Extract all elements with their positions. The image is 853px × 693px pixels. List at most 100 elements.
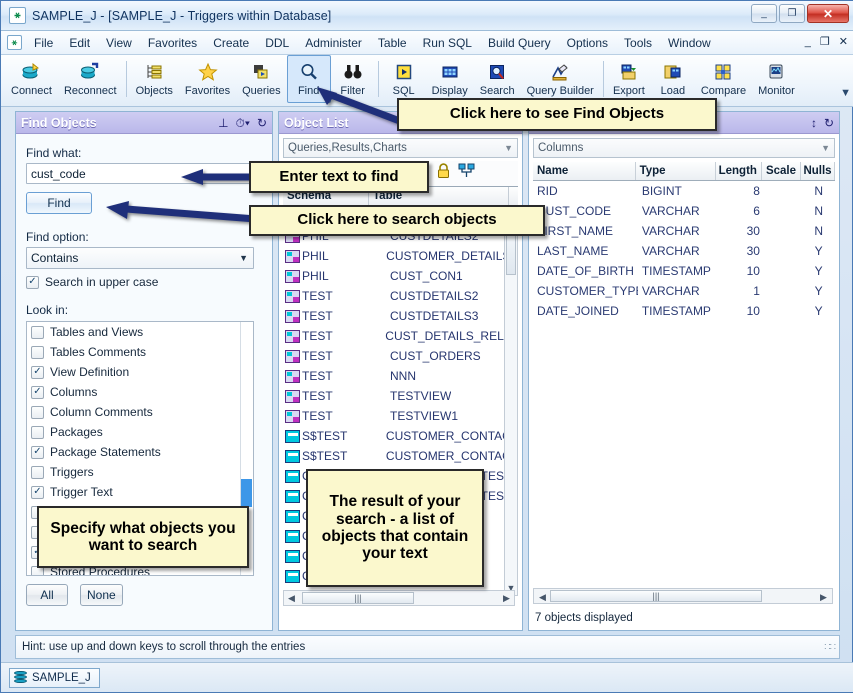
scroll-right-icon[interactable]: ▶: [499, 591, 514, 605]
columns-row[interactable]: LAST_NAME VARCHAR 30 Y: [533, 241, 835, 261]
look-in-item[interactable]: Column Comments: [27, 402, 253, 422]
object-list-row[interactable]: PHIL CUSTOMER_DETAILS: [283, 246, 505, 266]
columns-grid-rows[interactable]: RID BIGINT 8 N CUST_CODE VARCHAR 6 N FIRST_NAME V…: [533, 181, 835, 321]
toolbar-button-load[interactable]: Load: [651, 55, 695, 103]
menu-item-favorites[interactable]: Favorites: [140, 34, 205, 52]
columns-combo[interactable]: Columns ▼: [533, 138, 835, 158]
toolbar-overflow-icon[interactable]: ▼: [840, 87, 851, 99]
object-list-row[interactable]: TEST CUSTDETAILS2: [283, 286, 505, 306]
look-in-item[interactable]: Columns: [27, 382, 253, 402]
menu-item-window[interactable]: Window: [660, 34, 719, 52]
look-in-scroll-thumb[interactable]: [241, 479, 252, 507]
toolbar-button-query-builder[interactable]: Query Builder: [521, 55, 600, 103]
search-upper-case-checkbox[interactable]: [26, 275, 39, 289]
menu-item-view[interactable]: View: [98, 34, 140, 52]
look-in-checkbox[interactable]: [31, 325, 44, 339]
look-in-checkbox[interactable]: [31, 385, 44, 399]
object-list-vscrollbar[interactable]: ▲ ▼: [504, 206, 518, 596]
select-all-button[interactable]: All: [26, 584, 68, 606]
object-list-combo[interactable]: Queries,Results,Charts ▼: [283, 138, 518, 158]
object-list-row[interactable]: TEST TESTVIEW1: [283, 406, 505, 426]
look-in-checkbox[interactable]: [31, 465, 44, 479]
object-list-hscroll-thumb[interactable]: |||: [302, 592, 414, 604]
column-header-name[interactable]: Name: [533, 162, 636, 180]
history-clock-icon[interactable]: ⏱▾: [236, 117, 250, 129]
toolbar-button-compare[interactable]: Compare: [695, 55, 752, 103]
look-in-checkbox[interactable]: [31, 345, 44, 359]
minimize-button[interactable]: _: [751, 4, 777, 23]
column-header-nulls[interactable]: Nulls: [801, 162, 835, 180]
menu-item-edit[interactable]: Edit: [61, 34, 98, 52]
refresh-icon[interactable]: ↻: [257, 117, 267, 129]
toolbar-button-monitor[interactable]: Monitor: [752, 55, 801, 103]
taskbar-item-sample-j[interactable]: SAMPLE_J: [9, 667, 100, 688]
select-none-button[interactable]: None: [80, 584, 123, 606]
text-cursor-icon[interactable]: ⊥: [218, 117, 228, 129]
menu-item-ddl[interactable]: DDL: [257, 34, 297, 52]
look-in-checkbox[interactable]: [31, 445, 44, 459]
object-list-row[interactable]: TEST CUSTDETAILS3: [283, 306, 505, 326]
look-in-checkbox[interactable]: [31, 405, 44, 419]
refresh-icon[interactable]: ↻: [824, 117, 834, 129]
search-upper-case-row[interactable]: Search in upper case: [26, 275, 262, 289]
menu-item-administer[interactable]: Administer: [297, 34, 370, 52]
menu-item-run-sql[interactable]: Run SQL: [415, 34, 480, 52]
columns-hscroll-thumb[interactable]: |||: [550, 590, 762, 602]
look-in-item[interactable]: View Definition: [27, 362, 253, 382]
find-button[interactable]: Find: [26, 192, 92, 214]
object-list-row[interactable]: S$TEST CUSTOMER_CONTAC: [283, 426, 505, 446]
columns-row[interactable]: CUST_CODE VARCHAR 6 N: [533, 201, 835, 221]
resize-grip-icon[interactable]: ∷∷: [824, 642, 836, 653]
object-list-row[interactable]: TEST CUST_ORDERS: [283, 346, 505, 366]
menu-item-build-query[interactable]: Build Query: [480, 34, 559, 52]
toolbar-button-search[interactable]: Search: [474, 55, 521, 103]
columns-row[interactable]: CUSTOMER_TYPE VARCHAR 1 Y: [533, 281, 835, 301]
look-in-item[interactable]: Tables and Views: [27, 322, 253, 342]
columns-row[interactable]: RID BIGINT 8 N: [533, 181, 835, 201]
close-button[interactable]: ✕: [807, 4, 849, 23]
object-list-row[interactable]: TEST NNN: [283, 366, 505, 386]
column-header-type[interactable]: Type: [636, 162, 716, 180]
toolbar-button-display[interactable]: Display: [426, 55, 474, 103]
menu-item-file[interactable]: File: [26, 34, 61, 52]
mdi-minimize-button[interactable]: _: [805, 36, 811, 48]
lock-icon[interactable]: [436, 163, 451, 184]
menu-item-tools[interactable]: Tools: [616, 34, 660, 52]
columns-hscrollbar[interactable]: ◀ ||| ▶: [533, 588, 833, 604]
toolbar-button-export[interactable]: Export: [607, 55, 651, 103]
toolbar-button-favorites[interactable]: Favorites: [179, 55, 236, 103]
column-header-length[interactable]: Length: [716, 162, 762, 180]
look-in-item[interactable]: Tables Comments: [27, 342, 253, 362]
scroll-left-icon[interactable]: ◀: [284, 591, 299, 605]
columns-row[interactable]: FIRST_NAME VARCHAR 30 N: [533, 221, 835, 241]
look-in-item[interactable]: Triggers: [27, 462, 253, 482]
look-in-checkbox[interactable]: [31, 425, 44, 439]
look-in-checkbox[interactable]: [31, 485, 44, 499]
sort-updown-icon[interactable]: ↕: [811, 117, 817, 129]
toolbar-button-queries[interactable]: Queries: [236, 55, 287, 103]
relations-icon[interactable]: [458, 163, 476, 184]
mdi-close-button[interactable]: ✕: [839, 35, 848, 48]
columns-row[interactable]: DATE_JOINED TIMESTAMP 10 Y: [533, 301, 835, 321]
look-in-item[interactable]: Package Statements: [27, 442, 253, 462]
object-list-row[interactable]: S$TEST CUSTOMER_CONTAC: [283, 446, 505, 466]
scroll-left-icon[interactable]: ◀: [535, 590, 550, 604]
maximize-button[interactable]: ❐: [779, 4, 805, 23]
toolbar-button-reconnect[interactable]: Reconnect: [58, 55, 123, 103]
object-list-row[interactable]: PHIL CUST_CON1: [283, 266, 505, 286]
look-in-checkbox[interactable]: [31, 365, 44, 379]
toolbar-button-objects[interactable]: Objects: [130, 55, 179, 103]
menu-item-table[interactable]: Table: [370, 34, 415, 52]
look-in-item[interactable]: Trigger Text: [27, 482, 253, 502]
columns-row[interactable]: DATE_OF_BIRTH TIMESTAMP 10 Y: [533, 261, 835, 281]
object-list-hscrollbar[interactable]: ◀ ||| ▶: [283, 590, 515, 606]
scroll-right-icon[interactable]: ▶: [816, 590, 831, 604]
find-option-select[interactable]: Contains ▼: [26, 247, 254, 269]
look-in-item[interactable]: Packages: [27, 422, 253, 442]
object-list-row[interactable]: TEST TESTVIEW: [283, 386, 505, 406]
menu-item-options[interactable]: Options: [559, 34, 616, 52]
object-list-row[interactable]: TEST CUST_DETAILS_RELA: [283, 326, 505, 346]
column-header-scale[interactable]: Scale: [762, 162, 801, 180]
menu-item-create[interactable]: Create: [205, 34, 257, 52]
toolbar-button-connect[interactable]: Connect: [5, 55, 58, 103]
